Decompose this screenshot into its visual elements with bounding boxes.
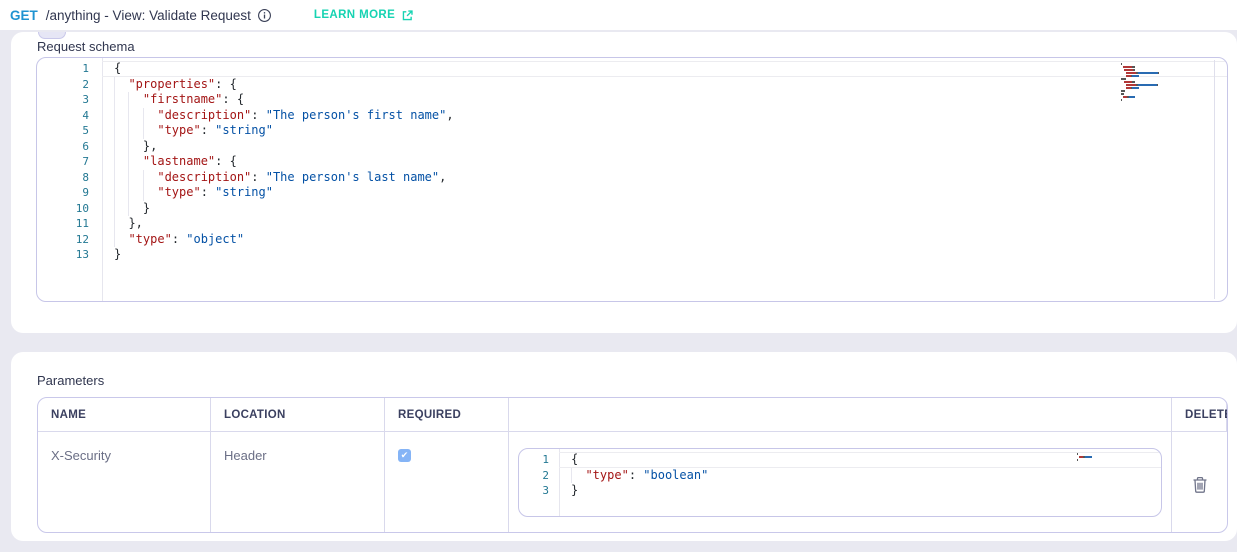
code-line: } bbox=[559, 483, 1161, 499]
code-line: }, bbox=[102, 139, 1227, 155]
col-header-required: REQUIRED bbox=[385, 398, 509, 432]
code-line: "type": "object" bbox=[102, 232, 1227, 248]
code-line: } bbox=[102, 201, 1227, 217]
editor-minimap[interactable] bbox=[1121, 63, 1159, 102]
param-location-cell: Header bbox=[211, 432, 385, 532]
code-line: "lastname": { bbox=[102, 154, 1227, 170]
editor-scrollbar-edge bbox=[1214, 60, 1215, 299]
http-method-badge: GET bbox=[10, 8, 38, 23]
request-schema-editor[interactable]: 12345678910111213 { "properties": { "fir… bbox=[36, 57, 1228, 302]
request-schema-panel: Request schema 12345678910111213 { "prop… bbox=[11, 32, 1237, 333]
code-line: "description": "The person's last name", bbox=[102, 170, 1227, 186]
code-line: { bbox=[559, 452, 1161, 468]
learn-more-label: LEARN MORE bbox=[314, 9, 395, 21]
route-header-bar: GET /anything - View: Validate Request L… bbox=[0, 0, 1237, 30]
parameters-table: NAME LOCATION REQUIRED DELETE X-Security… bbox=[37, 397, 1228, 533]
code-line: { bbox=[102, 61, 1227, 77]
external-link-icon bbox=[401, 9, 414, 22]
code-line: "type": "string" bbox=[102, 185, 1227, 201]
scrolled-tab-artifact bbox=[38, 32, 66, 39]
learn-more-link[interactable]: LEARN MORE bbox=[314, 9, 414, 22]
code-line: "firstname": { bbox=[102, 92, 1227, 108]
col-header-location: LOCATION bbox=[211, 398, 385, 432]
code-line: "properties": { bbox=[102, 77, 1227, 93]
param-name-cell: X-Security bbox=[38, 432, 211, 532]
param-schema-editor[interactable]: 123 { "type": "boolean"} bbox=[518, 448, 1162, 517]
code-line: "description": "The person's first name"… bbox=[102, 108, 1227, 124]
param-delete-cell bbox=[1172, 432, 1227, 532]
col-header-name: NAME bbox=[38, 398, 211, 432]
code-line: "type": "boolean" bbox=[559, 468, 1161, 484]
parameters-label: Parameters bbox=[37, 373, 104, 388]
param-schema-cell: 123 { "type": "boolean"} bbox=[509, 432, 1172, 532]
required-checkbox[interactable]: ✔ bbox=[398, 449, 411, 462]
col-header-schema bbox=[509, 398, 1172, 432]
parameters-panel: Parameters NAME LOCATION REQUIRED DELETE… bbox=[11, 352, 1237, 541]
param-required-cell: ✔ bbox=[385, 432, 509, 532]
route-title: /anything - View: Validate Request bbox=[46, 8, 251, 23]
code-line: "type": "string" bbox=[102, 123, 1227, 139]
trash-icon bbox=[1192, 476, 1208, 494]
delete-parameter-button[interactable] bbox=[1190, 476, 1210, 496]
info-circle-icon[interactable] bbox=[257, 8, 272, 23]
code-area[interactable]: { "properties": { "firstname": { "descri… bbox=[102, 61, 1227, 301]
editor-gutter: 123 bbox=[519, 452, 559, 516]
code-area[interactable]: { "type": "boolean"} bbox=[559, 452, 1161, 516]
editor-minimap[interactable] bbox=[1077, 453, 1115, 462]
editor-gutter: 12345678910111213 bbox=[37, 61, 102, 301]
request-schema-label: Request schema bbox=[37, 39, 135, 54]
col-header-delete: DELETE bbox=[1172, 398, 1227, 432]
code-line: }, bbox=[102, 216, 1227, 232]
code-line: } bbox=[102, 247, 1227, 263]
